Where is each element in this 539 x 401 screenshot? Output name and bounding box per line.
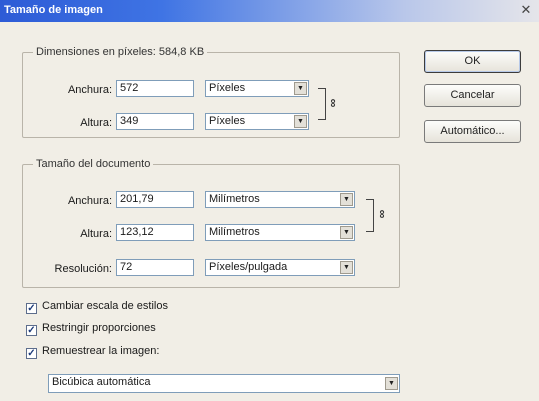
title-bar[interactable]: Tamaño de imagen ✕	[0, 0, 539, 22]
resample-method-select[interactable]: Bicúbica automática ▼	[48, 374, 400, 393]
resample-method-value: Bicúbica automática	[52, 376, 151, 388]
doc-width-label: Anchura:	[67, 195, 112, 207]
chevron-down-icon[interactable]: ▼	[340, 193, 353, 206]
chain-link-icon: ∞	[375, 209, 390, 219]
doc-link-bracket	[366, 199, 374, 232]
close-icon[interactable]: ✕	[519, 3, 533, 17]
constrain-proportions-checkbox[interactable]: ✓ Restringir proporciones	[26, 322, 156, 336]
window-title: Tamaño de imagen	[4, 4, 103, 16]
scale-styles-checkbox[interactable]: ✓ Cambiar escala de estilos	[26, 300, 168, 314]
doc-width-unit-value: Milímetros	[209, 193, 260, 205]
doc-width-input[interactable]: 201,79	[116, 191, 194, 208]
doc-height-label: Altura:	[80, 228, 112, 240]
scale-styles-label: Cambiar escala de estilos	[42, 300, 168, 312]
chevron-down-icon[interactable]: ▼	[340, 226, 353, 239]
chevron-down-icon[interactable]: ▼	[385, 377, 398, 390]
pixel-dimensions-legend: Dimensiones en píxeles: 584,8 KB	[36, 46, 205, 58]
doc-height-unit-value: Milímetros	[209, 226, 260, 238]
pixel-height-unit-value: Píxeles	[209, 115, 246, 127]
pixel-height-unit-select[interactable]: Píxeles ▼	[205, 113, 309, 130]
resolution-unit-select[interactable]: Píxeles/pulgada ▼	[205, 259, 355, 276]
cancel-button[interactable]: Cancelar	[424, 84, 521, 107]
pixel-link-bracket	[318, 88, 326, 120]
chevron-down-icon[interactable]: ▼	[340, 261, 353, 274]
auto-button[interactable]: Automático...	[424, 120, 521, 143]
document-size-legend: Tamaño del documento	[36, 158, 151, 170]
ok-button[interactable]: OK	[424, 50, 521, 73]
chevron-down-icon[interactable]: ▼	[294, 82, 307, 95]
resolution-input[interactable]: 72	[116, 259, 194, 276]
chain-link-icon: ∞	[326, 98, 341, 108]
pixel-width-unit-select[interactable]: Píxeles ▼	[205, 80, 309, 97]
pixel-width-unit-value: Píxeles	[209, 82, 246, 94]
resample-label: Remuestrear la imagen:	[42, 345, 160, 357]
checkmark-icon[interactable]: ✓	[26, 348, 37, 359]
resample-checkbox[interactable]: ✓ Remuestrear la imagen:	[26, 345, 159, 359]
resolution-unit-value: Píxeles/pulgada	[209, 261, 288, 273]
chevron-down-icon[interactable]: ▼	[294, 115, 307, 128]
doc-height-input[interactable]: 123,12	[116, 224, 194, 241]
pixel-height-input[interactable]: 349	[116, 113, 194, 130]
pixel-height-label: Altura:	[80, 117, 112, 129]
checkmark-icon[interactable]: ✓	[26, 303, 37, 314]
doc-height-unit-select[interactable]: Milímetros ▼	[205, 224, 355, 241]
resolution-label: Resolución:	[54, 263, 112, 275]
pixel-width-input[interactable]: 572	[116, 80, 194, 97]
doc-width-unit-select[interactable]: Milímetros ▼	[205, 191, 355, 208]
pixel-width-label: Anchura:	[67, 84, 112, 96]
constrain-proportions-label: Restringir proporciones	[42, 322, 156, 334]
checkmark-icon[interactable]: ✓	[26, 325, 37, 336]
